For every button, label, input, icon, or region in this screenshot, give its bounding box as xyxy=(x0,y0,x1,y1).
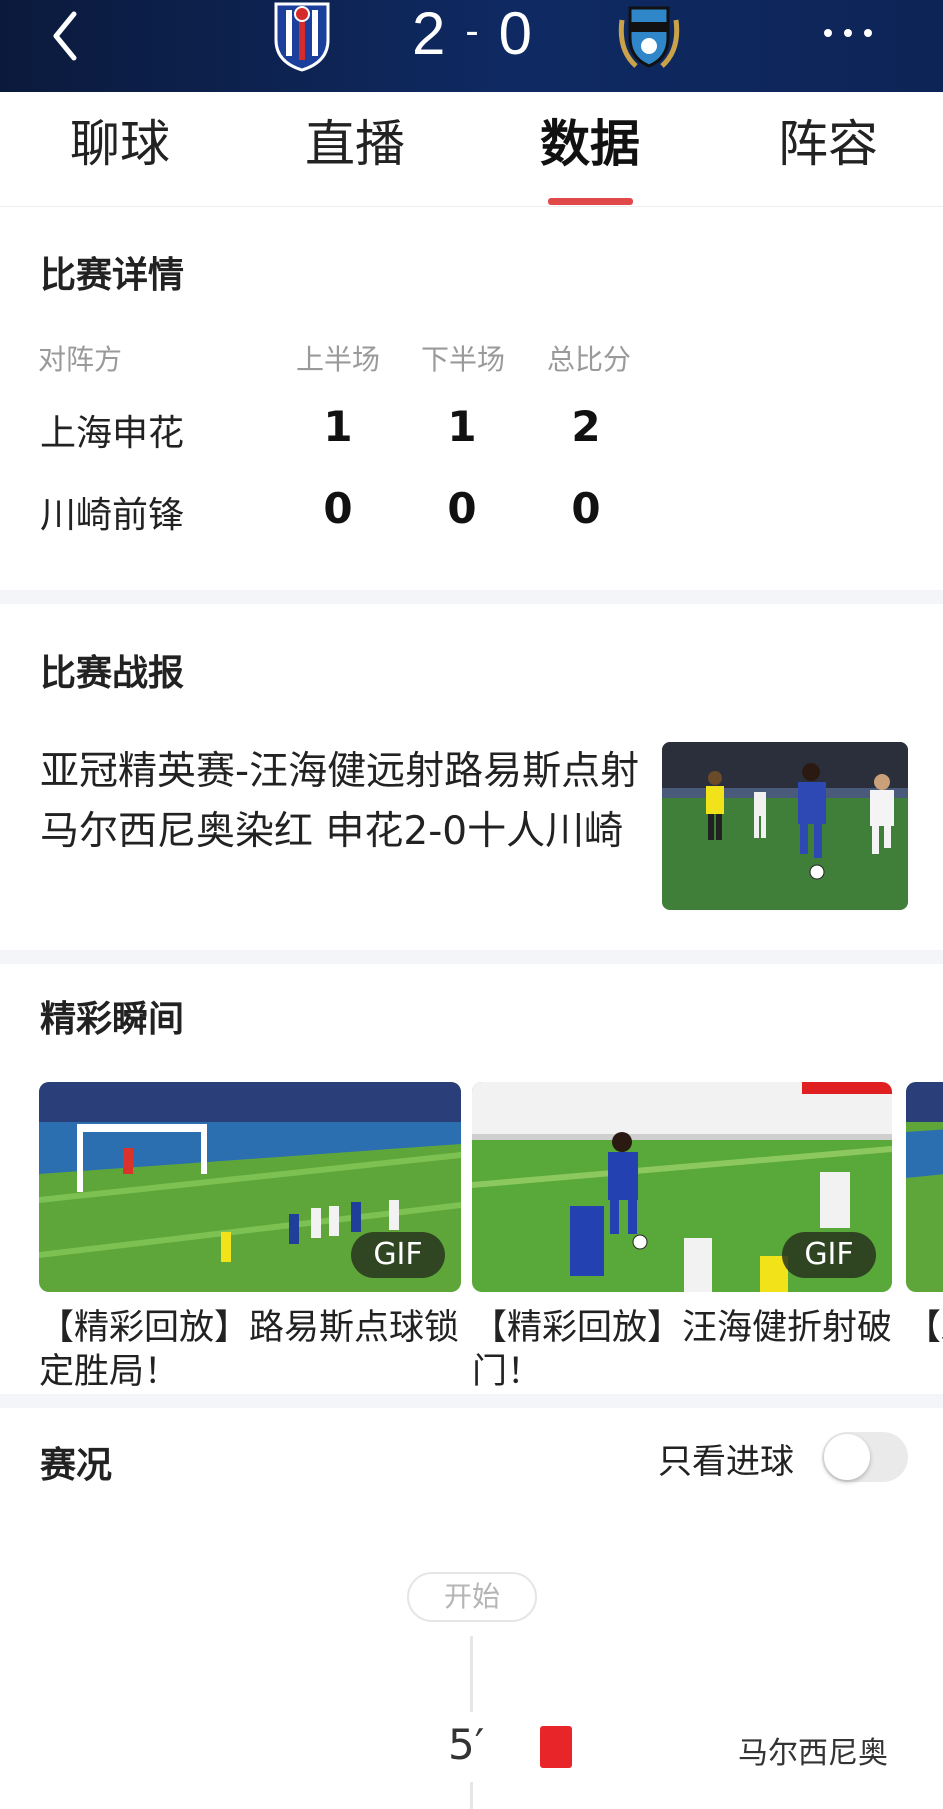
highlight-caption[interactable]: 【精彩回放】汪海健折射破门！ xyxy=(472,1306,892,1394)
back-icon[interactable] xyxy=(44,6,92,66)
away-team-name: 川崎前锋 xyxy=(40,495,185,536)
match-details-title: 比赛详情 xyxy=(40,255,185,296)
gif-badge: GIF xyxy=(782,1232,876,1278)
highlight-caption[interactable]: 【左 xyxy=(906,1306,943,1350)
scoreline: 2-0 xyxy=(390,0,560,66)
home-first-half-score: 1 xyxy=(323,402,353,451)
event-player[interactable]: 马尔西尼奥 xyxy=(738,1728,888,1772)
match-header: 2-0 xyxy=(0,0,943,92)
tab-bar: 聊球 直播 数据 阵容 xyxy=(0,92,943,207)
tab-live[interactable]: 直播 xyxy=(275,114,435,174)
gif-badge: GIF xyxy=(351,1232,445,1278)
home-score: 2 xyxy=(411,0,452,67)
tab-lineup[interactable]: 阵容 xyxy=(748,114,908,174)
highlights-title: 精彩瞬间 xyxy=(40,999,185,1040)
home-total-score: 2 xyxy=(571,402,601,451)
away-team-crest-icon[interactable] xyxy=(614,0,684,74)
section-divider xyxy=(0,1394,943,1408)
tab-stats[interactable]: 数据 xyxy=(510,114,670,174)
away-first-half-score: 0 xyxy=(323,484,353,533)
match-report-title: 比赛战报 xyxy=(40,653,185,694)
home-second-half-score: 1 xyxy=(447,402,477,451)
start-marker: 开始 xyxy=(407,1572,537,1622)
home-team-name: 上海申花 xyxy=(40,413,185,454)
score-separator: - xyxy=(465,9,485,53)
more-options-icon[interactable] xyxy=(818,18,878,48)
section-divider xyxy=(0,950,943,964)
report-thumbnail[interactable] xyxy=(662,742,908,910)
column-matchup: 对阵方 xyxy=(38,343,123,376)
goals-only-toggle[interactable] xyxy=(822,1432,908,1482)
column-second-half: 下半场 xyxy=(421,343,506,376)
column-first-half: 上半场 xyxy=(296,343,381,376)
highlight-caption[interactable]: 【精彩回放】路易斯点球锁定胜局！ xyxy=(39,1306,459,1394)
event-minute: 5′ xyxy=(448,1720,485,1769)
tab-chat[interactable]: 聊球 xyxy=(40,114,200,174)
timeline-line xyxy=(470,1636,473,1712)
goals-only-label: 只看进球 xyxy=(658,1442,794,1482)
highlight-card[interactable]: 【左 xyxy=(906,1082,943,1350)
timeline-line xyxy=(470,1782,473,1809)
highlight-card[interactable]: GIF 【精彩回放】汪海健折射破门！ xyxy=(472,1082,892,1394)
highlight-thumbnail[interactable]: GIF xyxy=(39,1082,461,1292)
highlight-card[interactable]: GIF 【精彩回放】路易斯点球锁定胜局！ xyxy=(39,1082,461,1394)
toggle-knob xyxy=(824,1434,870,1480)
highlight-thumbnail[interactable] xyxy=(906,1082,943,1292)
away-second-half-score: 0 xyxy=(447,484,477,533)
away-score: 0 xyxy=(498,0,539,67)
column-total: 总比分 xyxy=(547,343,632,376)
red-card-icon xyxy=(540,1726,572,1768)
away-total-score: 0 xyxy=(571,484,601,533)
report-headline[interactable]: 亚冠精英赛-汪海健远射路易斯点射马尔西尼奥染红 申花2-0十人川崎 xyxy=(40,742,640,862)
home-team-crest-icon[interactable] xyxy=(266,0,338,72)
section-divider xyxy=(0,590,943,604)
active-tab-indicator xyxy=(548,198,633,205)
match-events-title: 赛况 xyxy=(40,1445,113,1486)
highlight-thumbnail[interactable]: GIF xyxy=(472,1082,892,1292)
